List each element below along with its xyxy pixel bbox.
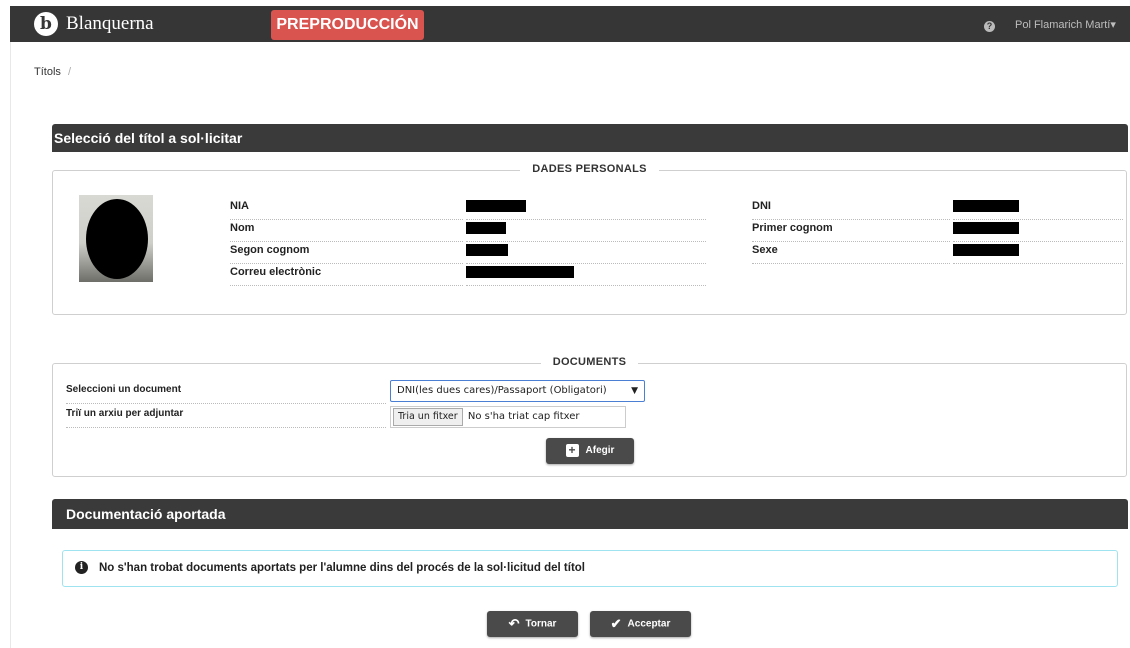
field-dni-label: DNI bbox=[752, 198, 950, 220]
choose-file-label: Triï un arxiu per adjuntar bbox=[66, 406, 386, 428]
brand-logo[interactable]: b Blanquerna bbox=[34, 12, 154, 36]
user-menu[interactable]: Pol Flamarich Martí▾ bbox=[1015, 18, 1116, 31]
blanquerna-logo-icon: b bbox=[34, 12, 58, 36]
redacted-face bbox=[86, 199, 148, 279]
documents-legend: DOCUMENTS bbox=[53, 356, 1126, 368]
accept-button-label: Acceptar bbox=[627, 618, 671, 630]
chevron-down-icon: ▼ bbox=[631, 386, 638, 396]
back-button-label: Tornar bbox=[525, 618, 557, 630]
brand-name: Blanquerna bbox=[66, 13, 154, 34]
user-name: Pol Flamarich Martí bbox=[1015, 19, 1111, 31]
left-divider bbox=[10, 42, 11, 648]
top-navbar: b Blanquerna PREPRODUCCIÓN ? Pol Flamari… bbox=[10, 6, 1130, 42]
student-photo bbox=[79, 195, 153, 282]
undo-arrow-icon: ↶ bbox=[508, 616, 520, 631]
field-segon-cognom-label: Segon cognom bbox=[230, 242, 463, 264]
field-nia-value bbox=[466, 198, 706, 220]
redacted-value bbox=[953, 222, 1019, 234]
redacted-value bbox=[466, 244, 508, 256]
breadcrumb-item-titols[interactable]: Títols bbox=[34, 66, 61, 78]
field-sexe-label: Sexe bbox=[752, 242, 950, 264]
plus-icon: + bbox=[565, 443, 579, 457]
document-type-value: DNI(les dues cares)/Passaport (Obligator… bbox=[397, 385, 607, 396]
choose-file-button[interactable]: Tria un fitxer bbox=[393, 408, 463, 426]
file-upload-input[interactable]: Tria un fitxer No s'ha triat cap fitxer bbox=[390, 406, 626, 428]
info-alert: i No s'han trobat documents aportats per … bbox=[62, 550, 1118, 587]
info-icon: i bbox=[75, 561, 88, 575]
field-segon-cognom-value bbox=[466, 242, 706, 264]
file-status-text: No s'ha triat cap fitxer bbox=[467, 411, 580, 422]
redacted-value bbox=[466, 200, 526, 212]
back-button[interactable]: ↶ Tornar bbox=[487, 611, 578, 637]
field-dni-value bbox=[953, 198, 1123, 220]
environment-badge: PREPRODUCCIÓN bbox=[271, 10, 424, 40]
field-nia-label: NIA bbox=[230, 198, 463, 220]
checkmark-icon: ✔ bbox=[610, 616, 622, 631]
info-message: No s'han trobat documents aportats per l… bbox=[99, 562, 585, 574]
select-document-label: Seleccioni un document bbox=[66, 382, 386, 404]
personal-data-fieldset: DADES PERSONALS NIA Nom Segon cognom Cor… bbox=[52, 163, 1127, 315]
chevron-down-icon: ▾ bbox=[1110, 19, 1116, 31]
document-type-select[interactable]: DNI(les dues cares)/Passaport (Obligator… bbox=[390, 380, 645, 402]
section-header-contributed-docs: Documentació aportada bbox=[52, 499, 1128, 529]
field-correu-value bbox=[466, 264, 706, 286]
documents-fieldset: DOCUMENTS Seleccioni un document DNI(les… bbox=[52, 356, 1127, 477]
redacted-value bbox=[953, 200, 1019, 212]
redacted-value bbox=[466, 266, 574, 278]
field-sexe-value bbox=[953, 242, 1123, 264]
field-primer-cognom-value bbox=[953, 220, 1123, 242]
personal-data-legend: DADES PERSONALS bbox=[53, 163, 1126, 175]
breadcrumb: Títols / bbox=[34, 66, 71, 78]
breadcrumb-separator: / bbox=[67, 66, 72, 78]
field-nom-label: Nom bbox=[230, 220, 463, 242]
field-primer-cognom-label: Primer cognom bbox=[752, 220, 950, 242]
add-button[interactable]: + Afegir bbox=[546, 438, 634, 464]
field-correu-label: Correu electrònic bbox=[230, 264, 463, 286]
help-icon[interactable]: ? bbox=[984, 21, 995, 32]
accept-button[interactable]: ✔ Acceptar bbox=[590, 611, 691, 637]
section-header-title-selection: Selecció del títol a sol·licitar bbox=[52, 124, 1128, 152]
redacted-value bbox=[953, 244, 1019, 256]
add-button-label: Afegir bbox=[585, 445, 615, 456]
redacted-value bbox=[466, 222, 506, 234]
field-nom-value bbox=[466, 220, 706, 242]
